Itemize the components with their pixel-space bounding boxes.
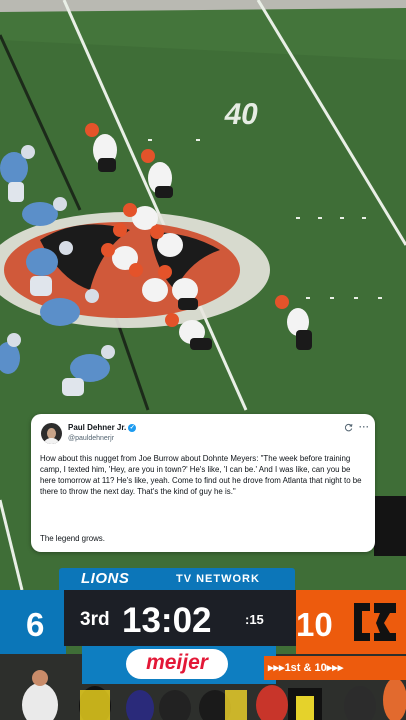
tweet-author-name[interactable]: Paul Dehner Jr. xyxy=(68,423,126,432)
yard-number: 40 xyxy=(222,98,261,131)
game-clock: 13:02 xyxy=(122,601,212,640)
bengals-score: 10 xyxy=(296,606,333,643)
more-options-icon[interactable]: ··· xyxy=(359,422,370,432)
network-banner: LIONS TV NETWORK xyxy=(59,568,295,590)
svg-text:40: 40 xyxy=(222,98,261,131)
sponsor-pill: meijer xyxy=(126,649,228,679)
refresh-icon[interactable] xyxy=(344,423,353,432)
tweet-author-handle[interactable]: @pauldehnerjr xyxy=(68,435,114,442)
lions-score: 6 xyxy=(26,606,45,643)
sponsor-name: meijer xyxy=(146,651,208,674)
sponsor-bar: meijer xyxy=(82,646,276,684)
bengals-logo-icon xyxy=(348,595,404,649)
away-team-score-panel: 10 xyxy=(296,590,406,654)
tweet-text: How about this nugget from Joe Burrow ab… xyxy=(40,454,362,496)
game-clock-panel: 3rd 13:02 :15 xyxy=(64,590,296,646)
quarter-indicator: 3rd xyxy=(80,609,110,630)
lions-logo-text: LIONS xyxy=(81,570,130,587)
network-label: TV NETWORK xyxy=(176,573,260,585)
down-distance-bar: ▸▸▸1st & 10▸▸▸ xyxy=(264,656,406,680)
home-team-score-panel: 6 xyxy=(0,590,66,654)
play-clock: :15 xyxy=(245,612,264,627)
avatar[interactable] xyxy=(41,423,62,444)
tweet-footer-text: The legend grows. xyxy=(40,534,105,543)
tweet-card[interactable]: Paul Dehner Jr. ✓ @pauldehnerjr ··· How a… xyxy=(31,414,375,552)
verified-badge-icon: ✓ xyxy=(128,423,137,432)
tweet-author-row[interactable]: Paul Dehner Jr. ✓ xyxy=(68,423,137,432)
down-distance-text: ▸▸▸1st & 10▸▸▸ xyxy=(268,662,344,674)
